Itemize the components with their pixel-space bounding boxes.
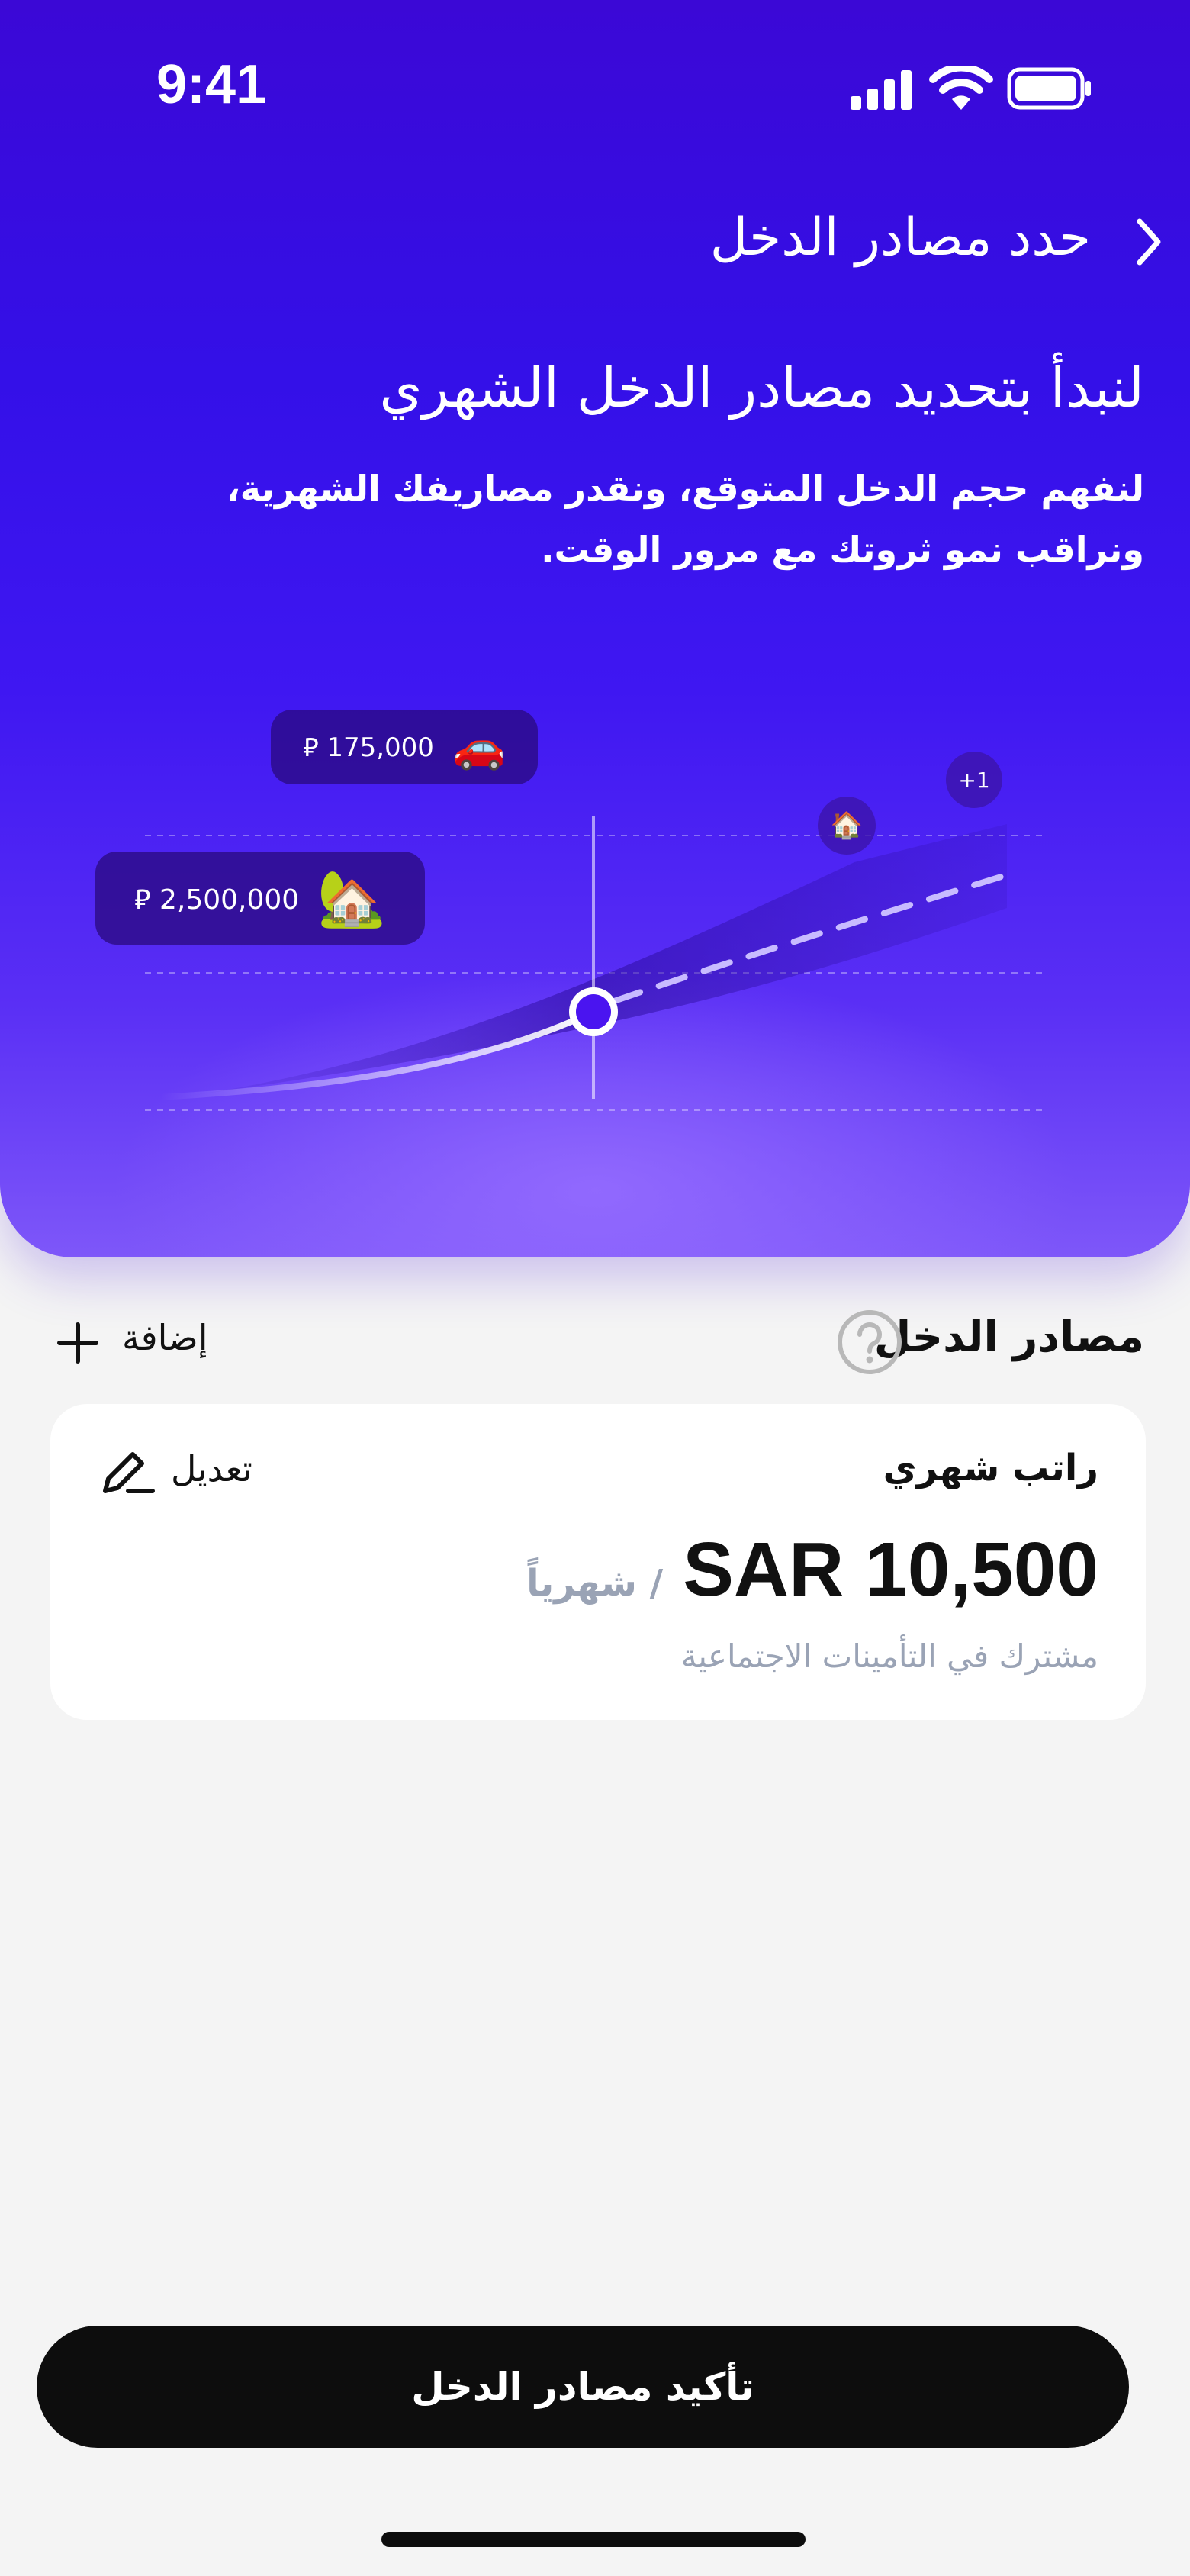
home-indicator bbox=[381, 2532, 806, 2547]
hero-subtitle: لنفهم حجم الدخل المتوقع، ونقدر مصاريفك ا… bbox=[227, 468, 1144, 570]
wifi-icon bbox=[929, 66, 993, 110]
status-time: 9:41 bbox=[156, 54, 267, 115]
edit-button[interactable]: تعديل bbox=[98, 1444, 326, 1505]
chevron-back-icon[interactable] bbox=[1129, 215, 1167, 269]
battery-icon bbox=[1007, 67, 1091, 110]
status-bar: 9:41 bbox=[0, 0, 1190, 175]
income-section-header: مصادر الدخل إضافة bbox=[0, 1297, 1190, 1389]
cellular-signal-icon bbox=[851, 70, 912, 110]
add-income-button[interactable]: إضافة bbox=[122, 1317, 208, 1358]
more-assets-marker: +1 bbox=[946, 752, 1002, 808]
pencil-icon[interactable] bbox=[98, 1444, 157, 1499]
house-icon: 🏡 bbox=[317, 865, 386, 930]
help-icon[interactable] bbox=[835, 1308, 904, 1377]
plus-icon[interactable] bbox=[55, 1320, 101, 1366]
house-value: ⃁ 2,500,000 bbox=[134, 881, 299, 916]
section-title: مصادر الدخل bbox=[873, 1312, 1144, 1362]
current-point-inner bbox=[576, 994, 611, 1029]
hero-panel: 9:41 حدد مصادر الدخل لنبدأ بتحديد مصادر … bbox=[0, 0, 1190, 1257]
car-icon: 🚗 bbox=[452, 723, 506, 772]
house-value-text: 2,500,000 bbox=[159, 884, 300, 916]
income-amount: SAR 10,500 bbox=[683, 1527, 1098, 1612]
hero-heading: لنبدأ بتحديد مصادر الدخل الشهري bbox=[379, 356, 1144, 420]
income-source-card[interactable]: راتب شهري تعديل / شهرياً SAR 10,500 مشتر… bbox=[50, 1404, 1146, 1720]
car-value-text: 175,000 bbox=[326, 733, 434, 763]
amount-row: / شهرياً SAR 10,500 bbox=[526, 1526, 1098, 1614]
currency-symbol: ⃁ bbox=[134, 884, 151, 916]
confirm-income-button[interactable]: تأكيد مصادر الدخل bbox=[37, 2326, 1129, 2448]
home-marker-icon: 🏠 bbox=[818, 797, 876, 855]
currency-symbol: ⃁ bbox=[303, 733, 319, 763]
page-title: حدد مصادر الدخل bbox=[709, 208, 1091, 268]
income-source-title: راتب شهري bbox=[883, 1447, 1098, 1489]
car-value: ⃁ 175,000 bbox=[303, 730, 434, 764]
house-asset-pill: ⃁ 2,500,000 🏡 bbox=[95, 852, 425, 945]
car-asset-pill: ⃁ 175,000 🚗 bbox=[271, 710, 538, 784]
edit-label[interactable]: تعديل bbox=[171, 1448, 252, 1489]
amount-unit: / شهرياً bbox=[526, 1562, 664, 1605]
income-note: مشترك في التأمينات الاجتماعية bbox=[680, 1637, 1098, 1675]
